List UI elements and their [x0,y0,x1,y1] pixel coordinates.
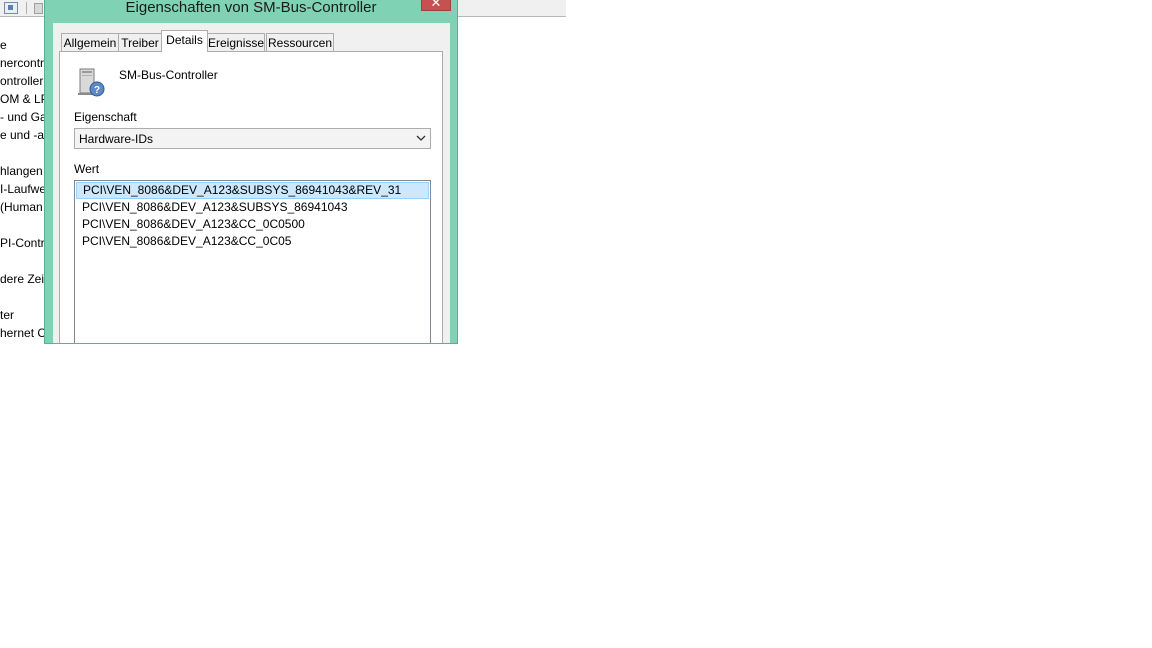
tree-item[interactable]: e [0,38,7,52]
tree-item[interactable]: dere Zei [0,272,44,286]
dialog-title: Eigenschaften von SM-Bus-Controller [125,0,377,16]
tree-item[interactable]: OM & LP [0,92,49,106]
property-label: Eigenschaft [74,110,137,124]
svg-text:?: ? [94,85,100,96]
dialog-client: Allgemein Treiber Details Ereignisse Res… [53,23,450,343]
tree-item[interactable]: ontroller [0,74,43,88]
scan-hardware-icon[interactable] [34,3,43,14]
tree-item[interactable]: I-Laufwe [0,182,46,196]
device-name: SM-Bus-Controller [119,68,218,82]
list-item[interactable]: PCI\VEN_8086&DEV_A123&CC_0C0500 [76,216,429,233]
list-item[interactable]: PCI\VEN_8086&DEV_A123&SUBSYS_86941043 [76,199,429,216]
close-button[interactable]: ✕ [421,0,451,11]
toolbar-separator [26,2,27,14]
value-label: Wert [74,162,100,176]
value-listbox[interactable]: PCI\VEN_8086&DEV_A123&SUBSYS_86941043&RE… [74,180,431,343]
device-icon: ? [78,68,105,97]
properties-dialog: Eigenschaften von SM-Bus-Controller ✕ Al… [44,0,458,344]
tree-item[interactable]: (Human [0,200,43,214]
tree-item[interactable]: - und Ga [0,110,47,124]
list-item[interactable]: PCI\VEN_8086&DEV_A123&CC_0C05 [76,233,429,250]
chevron-down-icon [416,135,426,141]
tab-treiber[interactable]: Treiber [118,33,162,51]
tab-allgemein[interactable]: Allgemein [61,33,119,51]
tab-ressourcen[interactable]: Ressourcen [266,33,334,51]
properties-icon[interactable] [4,2,18,14]
property-select-value: Hardware-IDs [79,132,154,146]
tree-item[interactable]: ter [0,308,14,322]
tab-details[interactable]: Details [161,30,208,52]
details-panel: ? SM-Bus-Controller Eigenschaft Hardware… [59,51,443,343]
tab-ereignisse[interactable]: Ereignisse [207,33,265,51]
tree-item[interactable]: hlangen [0,164,43,178]
list-item[interactable]: PCI\VEN_8086&DEV_A123&SUBSYS_86941043&RE… [76,182,429,199]
tree-item[interactable]: e und -a [0,128,44,142]
property-select[interactable]: Hardware-IDs [74,128,431,149]
